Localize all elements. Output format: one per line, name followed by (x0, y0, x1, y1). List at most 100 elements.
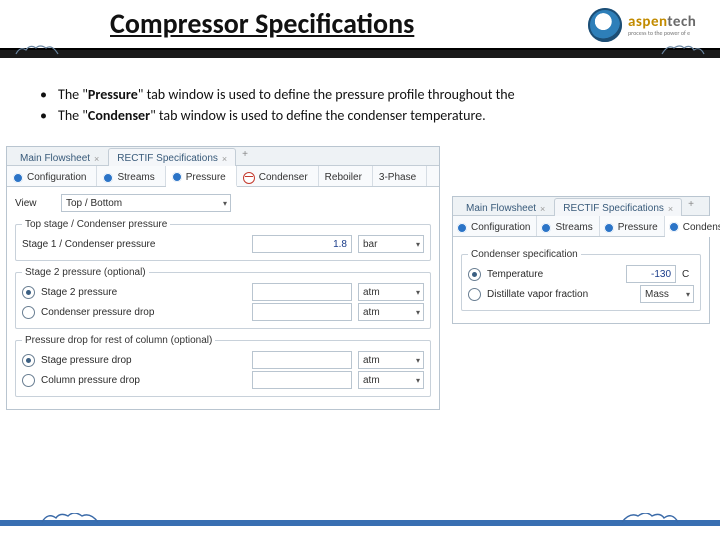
fieldset-legend: Pressure drop for rest of column (option… (22, 335, 215, 346)
tab-label: Pressure (186, 172, 226, 183)
tab-label: Configuration (471, 222, 530, 233)
close-icon[interactable]: × (222, 154, 227, 164)
add-tab-button[interactable]: + (236, 147, 254, 165)
tab-condenser[interactable]: Condenser (665, 216, 720, 237)
fieldset-condenser-spec: Condenser specification Temperature -130… (461, 249, 701, 311)
add-tab-button[interactable]: + (682, 197, 700, 215)
unit-value: atm (363, 355, 380, 366)
fieldset-top-stage: Top stage / Condenser pressure Stage 1 /… (15, 219, 431, 261)
status-ok-icon (13, 173, 23, 183)
view-row: View Top / Bottom (15, 193, 431, 213)
tab-label: Condenser (683, 222, 720, 233)
app-window-condenser: Main Flowsheet× RECTIF Specifications × +… (452, 196, 710, 324)
column-drop-label: Column pressure drop (41, 375, 246, 386)
column-drop-input[interactable] (252, 371, 352, 389)
ornament-footer-right-icon (620, 513, 680, 531)
view-label: View (15, 198, 55, 209)
tab-streams[interactable]: Streams (537, 216, 599, 236)
column-drop-unit[interactable]: atm (358, 371, 424, 389)
bullet-item: • The "Condenser" tab window is used to … (40, 105, 680, 126)
stage1-pressure-input[interactable]: 1.8 (252, 235, 352, 253)
stage1-pressure-value: 1.8 (333, 239, 347, 250)
window-tab-label: Main Flowsheet (20, 153, 90, 164)
ornament-footer-left-icon (40, 513, 100, 531)
temperature-radio[interactable] (468, 268, 481, 281)
temperature-label: Temperature (487, 269, 620, 280)
stage-drop-label: Stage pressure drop (41, 355, 246, 366)
logo-tagline: process to the power of e (628, 30, 696, 36)
tab-label: Streams (555, 222, 592, 233)
status-ok-icon (103, 173, 113, 183)
status-error-icon (243, 172, 255, 184)
window-tabbar: Main Flowsheet × RECTIF Specifications × + (7, 147, 439, 166)
view-value: Top / Bottom (66, 198, 122, 209)
fieldset-rest-column: Pressure drop for rest of column (option… (15, 335, 431, 397)
vapor-fraction-basis[interactable]: Mass (640, 285, 694, 303)
condenser-drop-label: Condenser pressure drop (41, 307, 246, 318)
status-ok-icon (604, 223, 614, 233)
logo-brand-a: aspen (628, 13, 667, 31)
condenser-drop-radio[interactable] (22, 306, 35, 319)
bullet-text: The " (58, 86, 88, 103)
stage1-pressure-unit[interactable]: bar (358, 235, 424, 253)
bullet-list: • The "Pressure" tab window is used to d… (40, 84, 680, 126)
window-tab-main-flowsheet[interactable]: Main Flowsheet × (11, 148, 108, 166)
bullet-marker: • (40, 105, 58, 126)
slide-header: Compressor Specifications aspentech proc… (0, 0, 720, 64)
tab-label: Configuration (27, 172, 86, 183)
basis-value: Mass (645, 289, 669, 300)
aspentech-logo: aspentech process to the power of e (588, 6, 706, 44)
close-icon[interactable]: × (668, 204, 673, 214)
tab-label: Reboiler (325, 172, 362, 183)
temperature-input[interactable]: -130 (626, 265, 676, 283)
ornament-cloud-right-icon (660, 44, 706, 58)
window-tab-rectif-specs[interactable]: RECTIF Specifications × (554, 198, 682, 216)
window-tab-main-flowsheet[interactable]: Main Flowsheet× (457, 198, 554, 216)
window-tab-label: RECTIF Specifications (563, 203, 664, 214)
stage2-pressure-label: Stage 2 pressure (41, 287, 246, 298)
header-divider (0, 48, 720, 58)
bullet-text: The " (58, 107, 88, 124)
stage2-pressure-radio[interactable] (22, 286, 35, 299)
temperature-unit: C (682, 269, 694, 280)
fieldset-legend: Top stage / Condenser pressure (22, 219, 170, 230)
condenser-drop-input[interactable] (252, 303, 352, 321)
tab-streams[interactable]: Streams (97, 166, 165, 186)
stage-drop-radio[interactable] (22, 354, 35, 367)
bullet-bold: Pressure (88, 86, 138, 103)
fieldset-stage2: Stage 2 pressure (optional) Stage 2 pres… (15, 267, 431, 329)
bullet-bold: Condenser (88, 107, 150, 124)
tab-3phase[interactable]: 3-Phase (373, 166, 427, 186)
footer-divider (0, 520, 720, 527)
unit-value: bar (363, 239, 377, 250)
view-dropdown[interactable]: Top / Bottom (61, 194, 231, 212)
logo-swirl-icon (588, 8, 622, 42)
fieldset-legend: Stage 2 pressure (optional) (22, 267, 149, 278)
tab-pressure[interactable]: Pressure (166, 166, 237, 187)
stage-drop-input[interactable] (252, 351, 352, 369)
app-window-pressure: Main Flowsheet × RECTIF Specifications × +… (6, 146, 440, 410)
tab-reboiler[interactable]: Reboiler (319, 166, 373, 186)
fieldset-legend: Condenser specification (468, 249, 581, 260)
bullet-text: " tab window is used to define the press… (138, 86, 515, 103)
stage-drop-unit[interactable]: atm (358, 351, 424, 369)
tab-configuration[interactable]: Configuration (7, 166, 97, 186)
condenser-drop-unit[interactable]: atm (358, 303, 424, 321)
close-icon[interactable]: × (540, 204, 545, 214)
close-icon[interactable]: × (94, 154, 99, 164)
tab-label: 3-Phase (379, 172, 416, 183)
vapor-fraction-radio[interactable] (468, 288, 481, 301)
bullet-item: • The "Pressure" tab window is used to d… (40, 84, 680, 105)
tab-label: Condenser (259, 172, 308, 183)
window-tab-label: RECTIF Specifications (117, 153, 218, 164)
stage2-pressure-input[interactable] (252, 283, 352, 301)
ornament-cloud-left-icon (14, 44, 60, 58)
column-drop-radio[interactable] (22, 374, 35, 387)
stage2-pressure-unit[interactable]: atm (358, 283, 424, 301)
tab-configuration[interactable]: Configuration (453, 216, 537, 236)
inner-tabbar: Configuration Streams Pressure Condenser… (453, 216, 709, 237)
tab-pressure[interactable]: Pressure (600, 216, 665, 236)
window-tabbar: Main Flowsheet× RECTIF Specifications × + (453, 197, 709, 216)
tab-condenser[interactable]: Condenser (237, 166, 319, 186)
window-tab-rectif-specs[interactable]: RECTIF Specifications × (108, 148, 236, 166)
